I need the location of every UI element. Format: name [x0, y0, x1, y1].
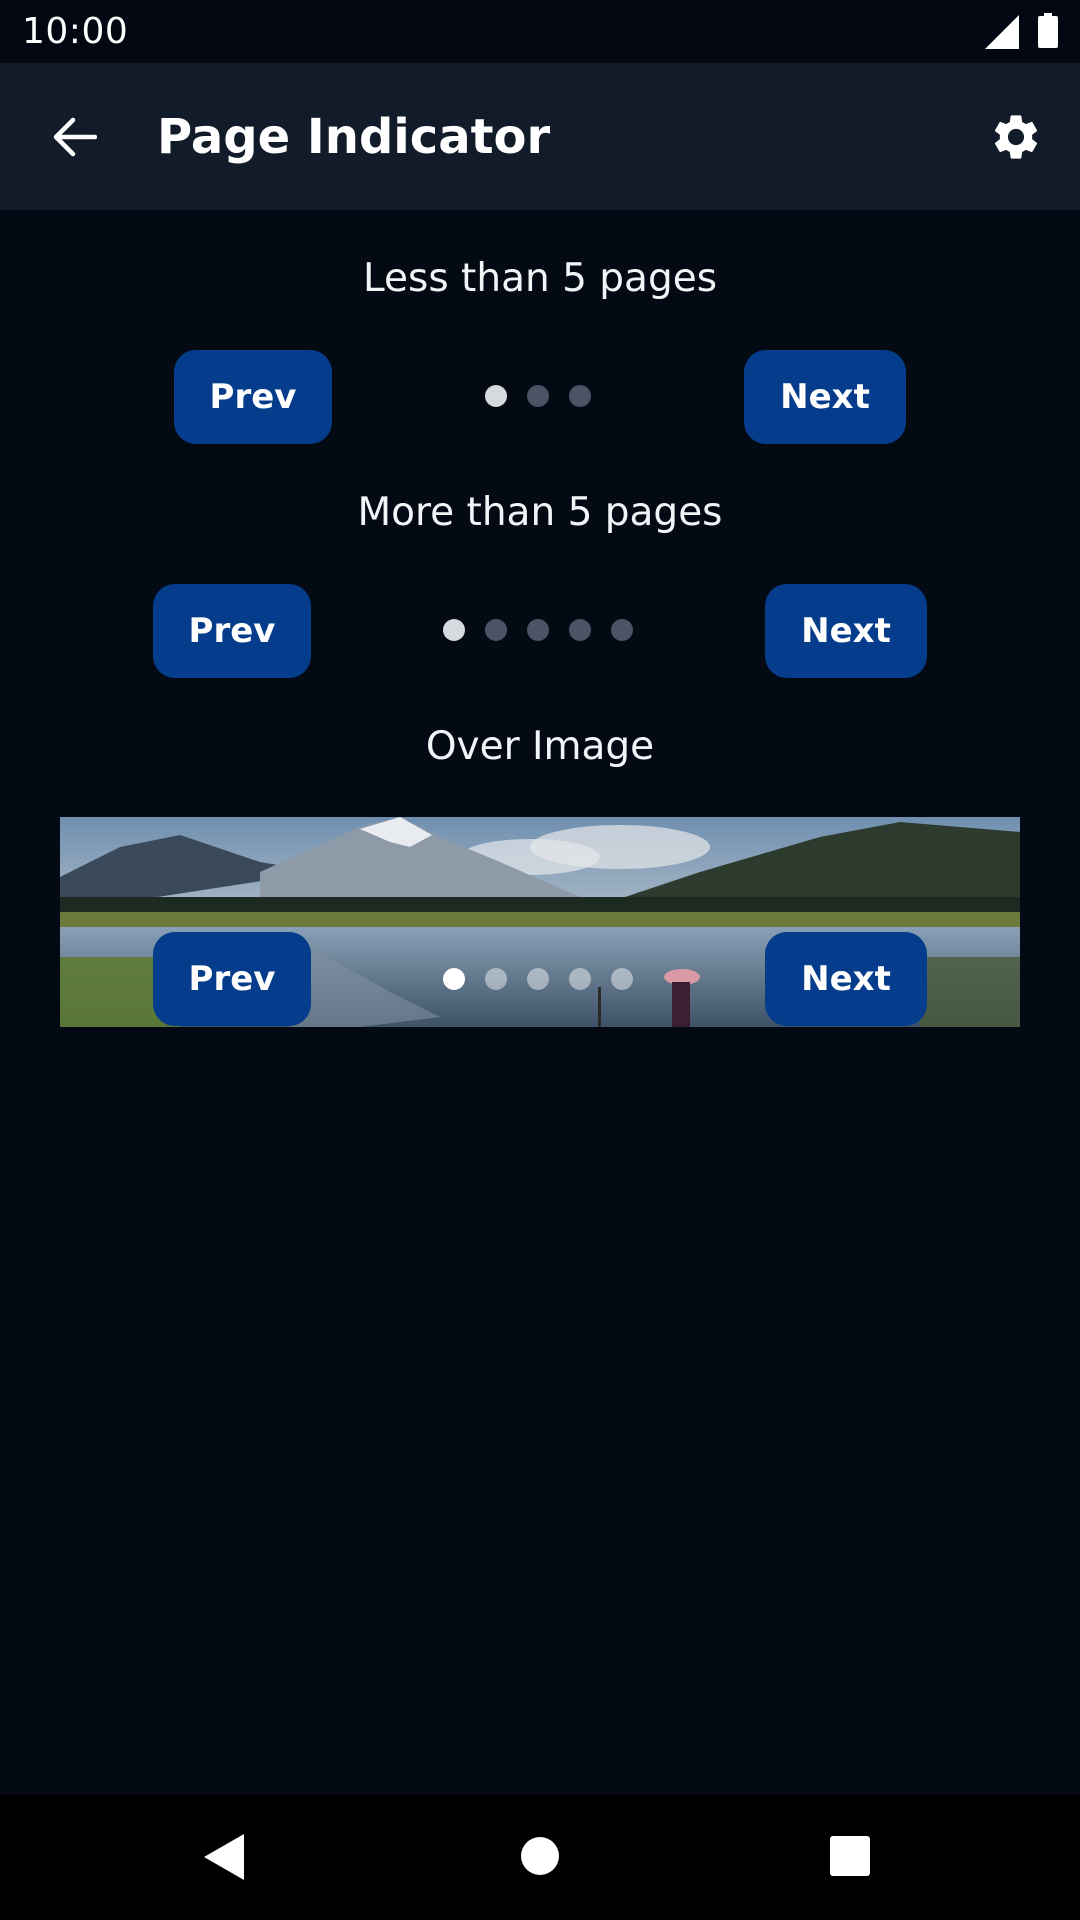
page-indicator[interactable] — [443, 968, 639, 992]
nav-home-icon[interactable] — [520, 1836, 560, 1876]
next-button[interactable]: Next — [765, 932, 927, 1026]
gear-icon — [994, 115, 1038, 159]
nav-recents-icon[interactable] — [830, 1836, 870, 1876]
section-title-more-than-5: More than 5 pages — [357, 490, 723, 535]
page-indicator[interactable] — [485, 385, 595, 409]
app-bar: Page Indicator — [0, 63, 1080, 210]
page-dot[interactable] — [485, 385, 507, 407]
prev-button[interactable]: Prev — [153, 932, 311, 1026]
page-dot[interactable] — [527, 619, 549, 641]
page-dot[interactable] — [569, 385, 591, 407]
page-dot[interactable] — [443, 619, 465, 641]
section-title-less-than-5: Less than 5 pages — [362, 256, 718, 301]
section-title-over-image: Over Image — [425, 724, 655, 769]
page-dot[interactable] — [569, 619, 591, 641]
page-indicator[interactable] — [443, 619, 639, 643]
page-dot[interactable] — [611, 968, 633, 990]
system-nav-bar — [0, 1794, 1080, 1920]
page-dot[interactable] — [443, 968, 465, 990]
status-time: 10:00 — [22, 11, 129, 52]
page-dot[interactable] — [611, 619, 633, 641]
page-dot[interactable] — [569, 968, 591, 990]
nav-back-icon[interactable] — [204, 1834, 244, 1880]
page-title: Page Indicator — [157, 109, 551, 165]
battery-icon — [1038, 13, 1058, 48]
page-dot[interactable] — [527, 385, 549, 407]
next-button[interactable]: Next — [765, 584, 927, 678]
status-bar: 10:00 — [0, 0, 1080, 63]
settings-button[interactable] — [982, 103, 1050, 171]
prev-button[interactable]: Prev — [153, 584, 311, 678]
prev-button[interactable]: Prev — [174, 350, 332, 444]
page-dot[interactable] — [485, 968, 507, 990]
page-dot[interactable] — [485, 619, 507, 641]
signal-icon — [985, 15, 1019, 49]
back-arrow-icon — [53, 117, 97, 157]
next-button[interactable]: Next — [744, 350, 906, 444]
back-button[interactable] — [40, 103, 108, 171]
page-dot[interactable] — [527, 968, 549, 990]
